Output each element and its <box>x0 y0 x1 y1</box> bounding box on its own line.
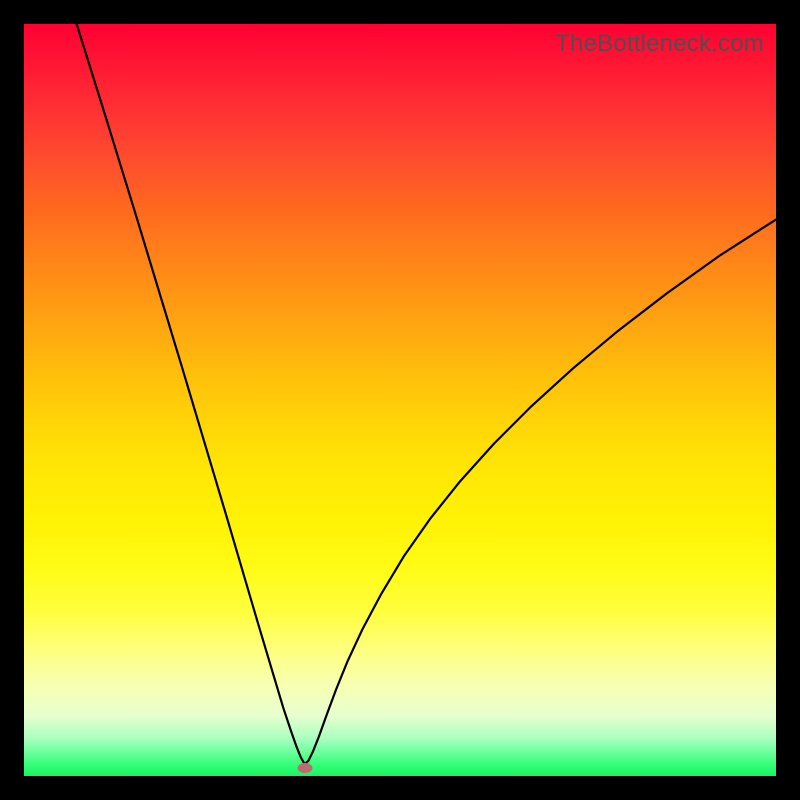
watermark-text: TheBottleneck.com <box>555 30 764 58</box>
plot-area: TheBottleneck.com <box>24 24 776 776</box>
min-point-marker <box>298 763 313 773</box>
bottleneck-curve <box>77 24 776 764</box>
chart-container: TheBottleneck.com <box>0 0 800 800</box>
curve-svg <box>24 24 776 776</box>
